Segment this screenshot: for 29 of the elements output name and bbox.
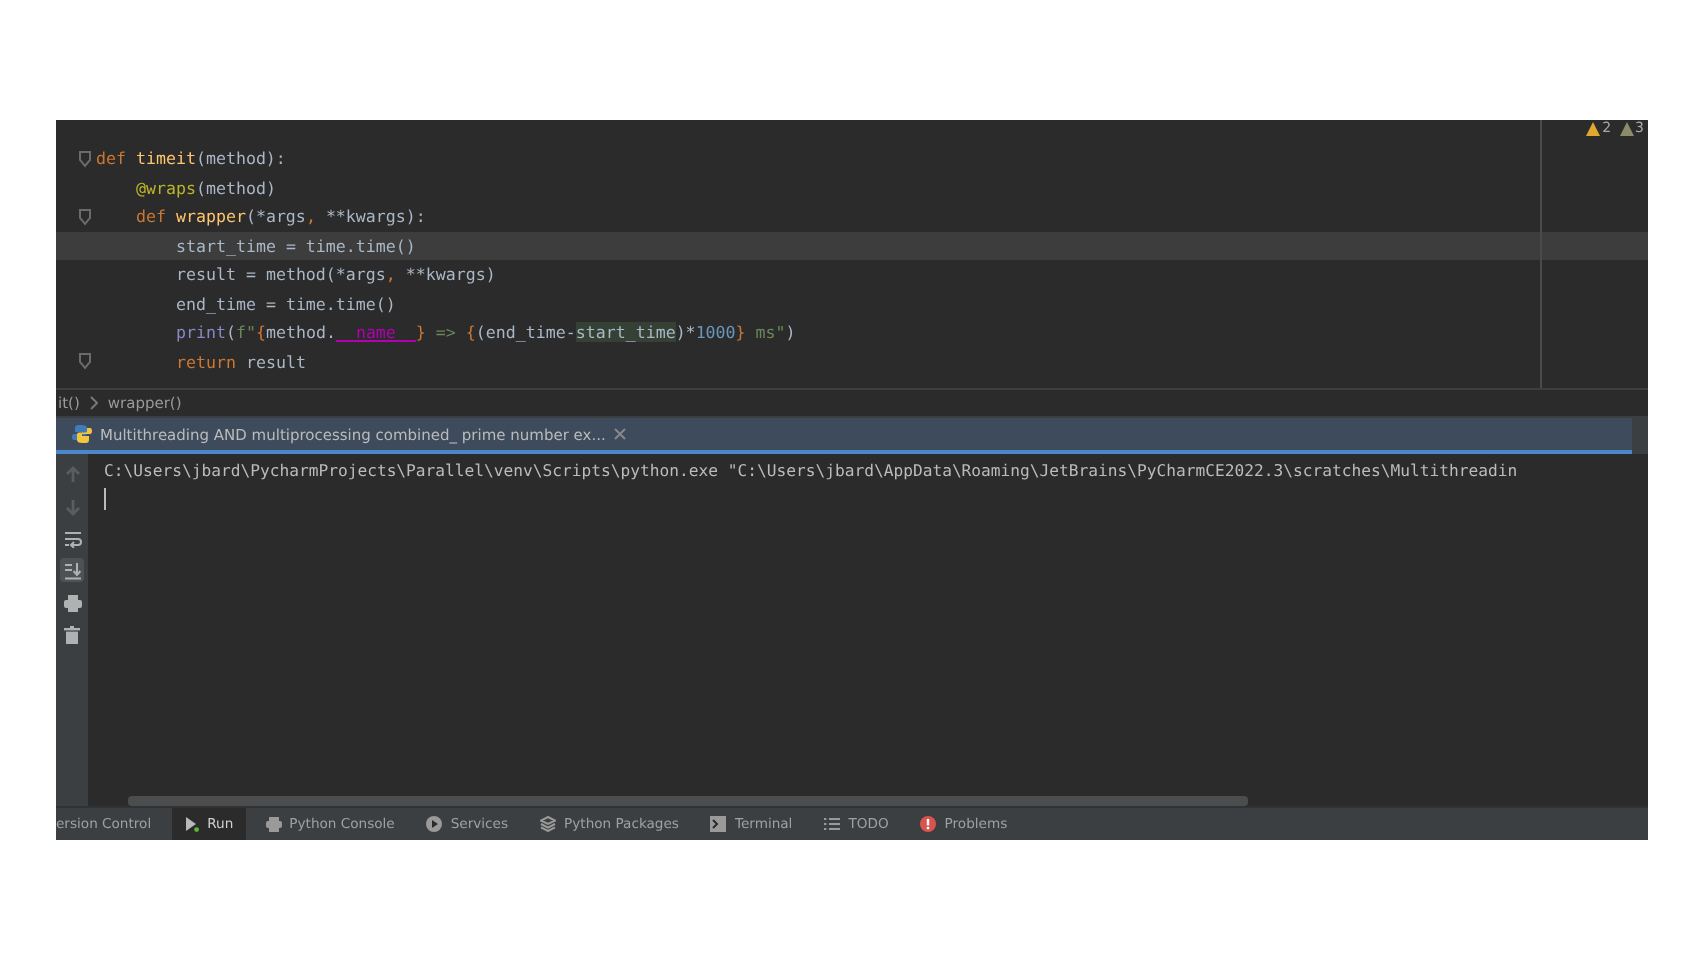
code-line: def wrapper(*args, **kwargs): — [136, 204, 426, 229]
trash-icon[interactable] — [64, 625, 80, 643]
warning-icon — [1586, 121, 1601, 135]
list-icon — [824, 816, 841, 832]
code-line: @wraps(method) — [136, 175, 276, 200]
play-icon — [183, 816, 200, 832]
code-line: print(f"{method.__name__} => {(end_time-start_time)*1000} ms") — [176, 320, 796, 345]
fold-icon[interactable] — [78, 352, 92, 371]
fold-icon[interactable] — [78, 207, 92, 226]
scrollbar-thumb[interactable] — [128, 796, 1248, 806]
python-icon — [72, 424, 92, 444]
text-cursor — [104, 488, 106, 510]
code-line: end_time = time.time() — [176, 291, 396, 316]
wrap-icon[interactable] — [63, 529, 81, 547]
code-line: def timeit(method): — [96, 146, 286, 171]
printer-icon[interactable] — [63, 593, 81, 611]
error-icon — [920, 816, 937, 832]
chevron-icon — [89, 396, 98, 410]
warning-icon — [1619, 121, 1634, 135]
play-circle-icon — [426, 816, 443, 832]
layers-icon — [540, 816, 557, 832]
terminal-icon — [710, 816, 727, 832]
code-line: return result — [176, 349, 306, 374]
code-line: result = method(*args, **kwargs) — [176, 262, 496, 287]
console-output: C:\Users\jbard\PycharmProjects\Parallel\venv\Scripts\python.exe "C:\Users\jbard\AppData\Roaming\JetBrains\PyCharmCE2022.3\scratches\Multithreadin — [104, 460, 1520, 482]
code-line: start_time = time.time() — [176, 233, 416, 258]
scroll-to-end-icon[interactable] — [63, 561, 81, 579]
fold-icon[interactable] — [78, 149, 92, 168]
close-icon[interactable] — [613, 428, 626, 440]
